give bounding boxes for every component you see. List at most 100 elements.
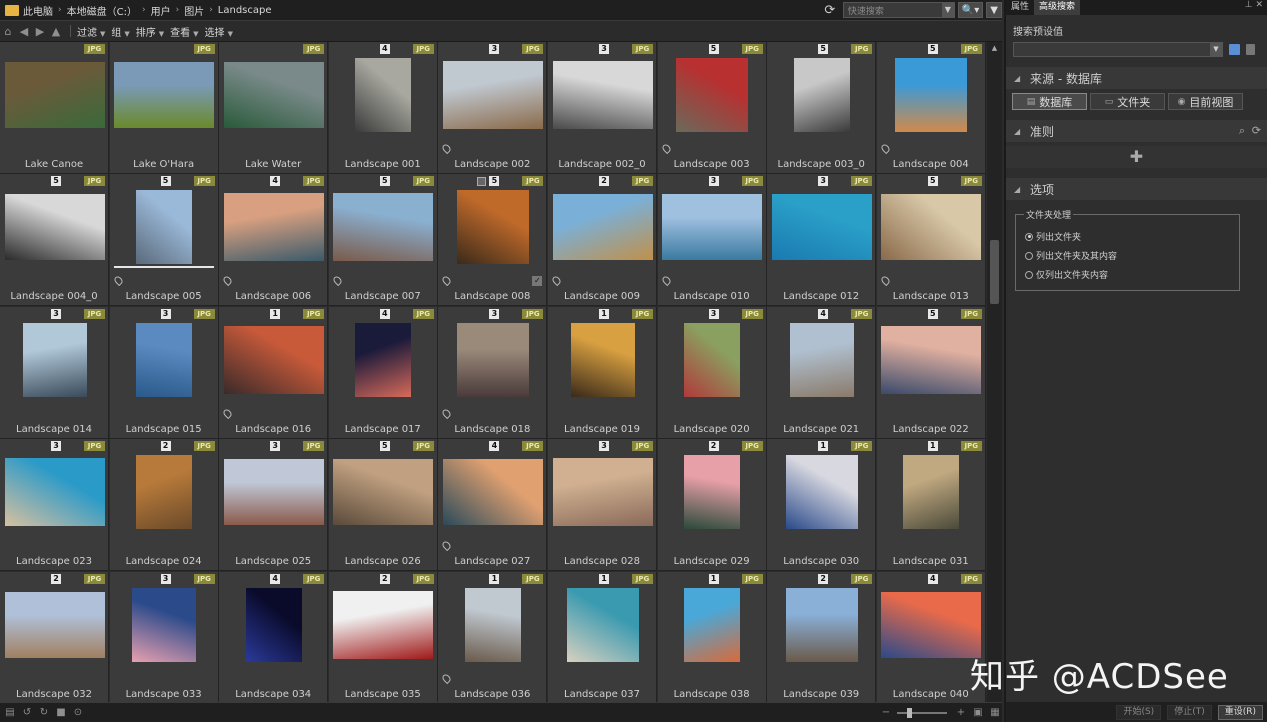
source-section-header[interactable]: ◢ 来源 - 数据库 [1006,67,1267,89]
thumbnail-image[interactable] [789,322,854,397]
thumbnail-tile[interactable]: JPG 3 Landscape 002_0 [548,42,657,174]
select-menu[interactable]: 选择 ▼ [205,24,233,39]
thumbnail-tile[interactable]: JPG Lake Water [219,42,329,174]
thumbnail-image[interactable] [570,322,635,397]
thumbnail-image[interactable] [566,587,639,662]
thumbnail-image[interactable] [4,194,105,261]
thumbnail-image[interactable] [114,62,215,128]
breadcrumb-item[interactable]: 用户 [151,3,171,18]
breadcrumb-item[interactable]: 此电脑 [23,3,53,18]
thumbnail-tile[interactable]: JPG Lake Canoe [0,42,109,174]
up-icon[interactable]: ▲ [48,25,64,38]
thumbnail-image[interactable] [22,322,87,397]
thumbnail-image[interactable] [456,322,529,397]
breadcrumb-item[interactable]: Landscape [218,5,272,16]
thumbnail-tile[interactable]: JPG 5 Landscape 026 [328,439,438,572]
view-menu[interactable]: 查看 ▼ [170,24,198,39]
thumbnail-tile[interactable]: JPG 1 Landscape 019 [548,306,657,439]
thumbnail-image[interactable] [881,591,982,658]
filter-menu[interactable]: 过滤 ▼ [77,24,105,39]
thumbnail-tile[interactable]: JPG 1 Landscape 031 [876,439,986,572]
vertical-scrollbar[interactable]: ▲ [987,42,1002,702]
thumbnail-tile[interactable]: JPG 5 Landscape 022 [876,306,986,439]
radio-button[interactable] [1025,270,1033,279]
thumbnail-image[interactable] [223,459,324,526]
sort-menu[interactable]: 排序 ▼ [136,24,164,39]
stop-button[interactable]: 停止(T) [1167,704,1212,720]
zoom-slider[interactable] [897,707,947,718]
radio-button[interactable] [1025,232,1033,241]
breadcrumb-item[interactable]: 图片 [184,3,204,18]
thumbnail-tile[interactable]: JPG 4 Landscape 006 [219,174,329,307]
square-icon[interactable]: ■ [54,707,68,718]
thumbnail-tile[interactable]: JPG 4 Landscape 001 [328,42,438,174]
thumbnail-image[interactable] [136,455,193,530]
search-list-icon[interactable]: ⌕ [1239,124,1245,138]
thumbnail-image[interactable] [552,458,653,527]
rotate-right-icon[interactable]: ↻ [37,707,51,718]
thumbnail-tile[interactable]: JPG 5 Landscape 003 [657,42,767,174]
thumbnail-tile[interactable]: JPG 5 Landscape 005 [109,174,219,307]
thumbnail-tile[interactable]: JPG 4 Landscape 017 [328,306,438,439]
trash-icon[interactable] [1246,44,1255,55]
radio-list-contents-only[interactable]: 仅列出文件夹内容 [1025,268,1239,281]
thumbnail-image[interactable] [223,193,324,262]
thumbnail-image[interactable] [881,194,982,261]
thumbnail-tile[interactable]: JPG Lake O'Hara [109,42,219,174]
thumbnail-tile[interactable]: JPG 5 Landscape 004 [876,42,986,174]
thumbnail-image[interactable] [552,194,653,261]
thumbnail-tile[interactable]: JPG 3 Landscape 010 [657,174,767,307]
zoom-in-icon[interactable]: + [954,707,968,718]
thumbnail-image[interactable] [793,58,850,132]
thumbnail-tile[interactable]: JPG 1 Landscape 038 [657,571,767,702]
thumbnail-image[interactable] [333,590,434,659]
refresh-icon[interactable]: ⟳ [1252,124,1261,137]
thumbnail-image[interactable] [245,587,302,662]
criteria-section-header[interactable]: ◢ 准则 ⌕ ⟳ [1006,120,1267,142]
database-button[interactable]: ▤ 数据库 [1012,93,1087,110]
thumbnail-image[interactable] [223,325,324,394]
thumbnail-image[interactable] [684,322,741,397]
thumbnail-tile[interactable]: JPG 1 Landscape 036 [438,571,548,702]
thumbnail-tile[interactable]: JPG 3 Landscape 012 [767,174,877,307]
checkmark-icon[interactable]: ✓ [532,276,543,287]
radio-list-folders-and-contents[interactable]: 列出文件夹及其内容 [1025,249,1239,262]
thumbnail-tile[interactable]: JPG 3 Landscape 015 [109,306,219,439]
thumbnail-image[interactable] [136,190,193,265]
thumbnail-tile[interactable]: JPG 3 Landscape 025 [219,439,329,572]
thumbnail-tile[interactable]: JPG 3 Landscape 020 [657,306,767,439]
thumbnail-tile[interactable]: JPG 4 Landscape 021 [767,306,877,439]
thumbnail-tile[interactable]: JPG 2 Landscape 032 [0,571,109,702]
layers-icon[interactable]: ▤ [3,707,17,718]
start-button[interactable]: 开始(S) [1116,704,1162,720]
thumbnail-image[interactable] [464,587,521,662]
filter-funnel-icon[interactable]: ▼ [986,2,1002,18]
thumbnail-image[interactable] [442,459,543,526]
dropdown-arrow-icon[interactable]: ▼ [1210,43,1222,56]
thumbnail-image[interactable] [136,322,193,397]
folder-button[interactable]: ▭ 文件夹 [1090,93,1165,110]
scroll-up-arrow-icon[interactable]: ▲ [987,42,1002,54]
thumbnail-tile[interactable]: JPG 5 Landscape 007 [328,174,438,307]
search-preset-select[interactable]: ▼ [1013,42,1223,57]
scrollbar-thumb[interactable] [990,240,999,304]
thumbnail-image[interactable] [895,58,968,132]
thumbnail-image[interactable] [456,190,529,265]
thumbnail-image[interactable] [333,459,434,526]
zoom-out-icon[interactable]: − [879,707,893,718]
dropdown-arrow-icon[interactable]: ▼ [941,3,954,17]
add-criteria-button[interactable]: ✚ [1006,146,1267,168]
thumbnail-image[interactable] [785,587,858,662]
thumbnail-tile[interactable]: JPG 2 Landscape 024 [109,439,219,572]
tab-advanced-search[interactable]: 高级搜索 [1034,0,1081,15]
thumbnail-image[interactable] [552,61,653,129]
thumbnail-tile[interactable]: JPG 2 Landscape 039 [767,571,877,702]
thumbnail-image[interactable] [785,455,858,530]
thumbnail-image[interactable] [132,587,197,662]
thumbnail-tile[interactable]: JPG 3 Landscape 014 [0,306,109,439]
thumbnail-tile[interactable]: JPG 5 Landscape 013 [876,174,986,307]
quick-search-input[interactable]: 快速搜索 ▼ [842,2,955,18]
thumbnail-image[interactable] [662,194,763,261]
thumbnail-tile[interactable]: JPG 1 Landscape 016 [219,306,329,439]
tab-properties[interactable]: 属性 [1006,0,1034,15]
